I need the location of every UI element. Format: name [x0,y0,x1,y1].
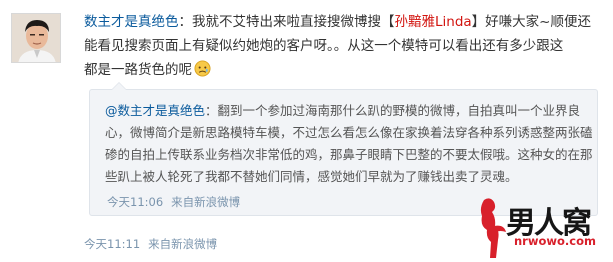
mention-link[interactable]: 孙黯雅Linda [395,14,472,30]
post-author-link[interactable]: 数主才是真绝色 [84,14,179,30]
quote-line-3: 碜的自拍上传联系业务档次非常低的鸡，那鼻子眼睛下巴整的不要太假哦。这种女的在那 [105,147,593,162]
post-line-1-rest: 】好嗛大家~顺便还 [471,14,591,30]
watermark-url: nrwowo.com [514,234,596,248]
post-text: 数主才是真绝色：我就不艾特出来啦直接搜微博搜【孙黯雅Linda】好嗛大家~顺便还… [84,10,604,82]
quote-line-1: @数主才是真绝色：翻到一个参加过海南那什么趴的野模的微博，自拍真叫一个业界良 [105,100,590,122]
watermark-logo: 男人窝 nrwowo.com [470,196,613,262]
quote-time-link[interactable]: 今天11:06 [107,195,163,209]
post-line-3-text: 都是一路货色的呢 [84,62,192,78]
quote-meta: 今天11:06 来自新浪微博 [107,194,248,210]
quoted-post-text: @数主才是真绝色：翻到一个参加过海南那什么趴的野模的微博，自拍真叫一个业界良 心… [105,100,593,188]
post-line-3: 都是一路货色的呢 [84,58,604,82]
post-meta: 今天11:11 来自新浪微博 [84,236,225,252]
quote-pointer [111,82,127,90]
post-line-1: 数主才是真绝色：我就不艾特出来啦直接搜微博搜【孙黯雅Linda】好嗛大家~顺便还 [84,10,604,34]
post-line-1-text: ：我就不艾特出来啦直接搜微博搜【 [178,14,395,30]
post-line-2: 能看见搜索页面上有疑似约她炮的客户呀。。从这一个模特可以看出还有多少跟这 [84,38,564,54]
quote-line-4: 些趴上被人轮死了我都不替她们同情，感觉她们早就为了赚钱出卖了灵魂。 [105,169,518,184]
avatar[interactable] [11,13,61,63]
quote-line-2: 心，微博简介是新思路模特车模，不过怎么看怎么像在家换着法穿各种系列诱惑整两张磕 [105,125,593,140]
quote-line-1-text: ：翻到一个参加过海南那什么趴的野模的微博，自拍真叫一个业界良 [205,103,581,118]
quote-author-link[interactable]: @数主才是真绝色 [105,103,205,118]
post-source-link[interactable]: 来自新浪微博 [148,237,217,251]
watermark-figure-icon [480,198,506,258]
post-time-link[interactable]: 今天11:11 [84,237,140,251]
quote-source-link[interactable]: 来自新浪微博 [171,195,240,209]
sad-face-emoji-icon [194,60,211,77]
